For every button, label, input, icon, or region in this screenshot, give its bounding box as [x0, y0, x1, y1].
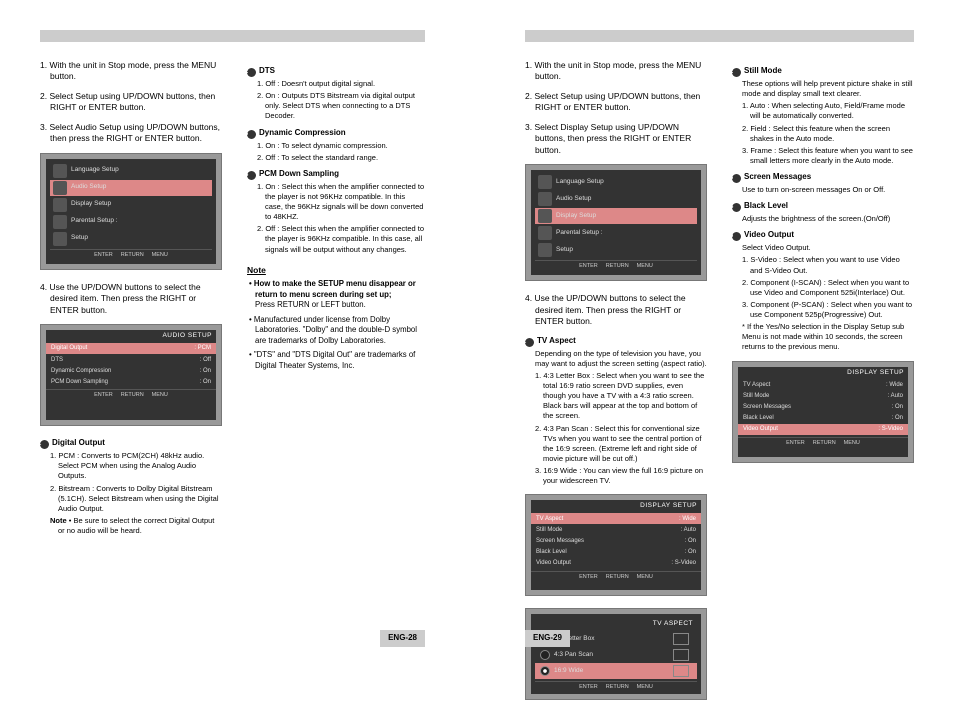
- left-col-2: 2DTS 1. Off : Doesn't output digital sig…: [247, 60, 425, 538]
- page-number: ENG-29: [525, 630, 570, 647]
- header-bar: [40, 30, 425, 42]
- page-left: 1. With the unit in Stop mode, press the…: [0, 0, 475, 677]
- header-bar: [525, 30, 914, 42]
- osd-item: Parental Setup :: [50, 214, 212, 230]
- black-level-heading: 4Black Level: [732, 201, 914, 212]
- page-number: ENG-28: [380, 630, 425, 647]
- tv-aspect-heading: 1TV Aspect: [525, 336, 707, 347]
- osd-display-setup: DISPLAY SETUP TV Aspect: Wide Still Mode…: [525, 494, 707, 596]
- osd-item-selected: Audio Setup: [50, 180, 212, 196]
- left-col-1: 1. With the unit in Stop mode, press the…: [40, 60, 222, 538]
- dynamic-heading: 3Dynamic Compression: [247, 128, 425, 139]
- osd-main-menu: Language Setup Audio Setup Display Setup…: [40, 153, 222, 270]
- right-col-1: 1. With the unit in Stop mode, press the…: [525, 60, 707, 712]
- step-2: 2. Select Setup using UP/DOWN buttons, t…: [40, 91, 222, 114]
- digital-output-heading: 1Digital Output: [40, 438, 222, 449]
- osd-item: Display Setup: [50, 197, 212, 213]
- page-spread: 1. With the unit in Stop mode, press the…: [0, 0, 954, 677]
- step-1: 1. With the unit in Stop mode, press the…: [40, 60, 222, 83]
- right-col-2: 2Still Mode These options will help prev…: [732, 60, 914, 712]
- step-4: 4. Use the UP/DOWN buttons to select the…: [40, 282, 222, 316]
- osd-tv-aspect: TV ASPECT 4:3 Letter Box 4:3 Pan Scan 16…: [525, 608, 707, 700]
- osd-item: Setup: [50, 231, 212, 247]
- osd-item: Language Setup: [50, 163, 212, 179]
- video-output-heading: 5Video Output: [732, 230, 914, 241]
- osd-audio-setup: AUDIO SETUP Digital Output: PCM DTS: Off…: [40, 324, 222, 426]
- dts-heading: 2DTS: [247, 66, 425, 77]
- osd-display-setup-2: DISPLAY SETUP TV Aspect: Wide Still Mode…: [732, 361, 914, 463]
- still-mode-heading: 2Still Mode: [732, 66, 914, 77]
- step-3: 3. Select Audio Setup using UP/DOWN butt…: [40, 122, 222, 145]
- osd-main-menu-r: Language Setup Audio Setup Display Setup…: [525, 164, 707, 281]
- note-heading: Note: [247, 265, 425, 276]
- screen-messages-heading: 3Screen Messages: [732, 172, 914, 183]
- pcm-heading: 4PCM Down Sampling: [247, 169, 425, 180]
- page-right: 1. With the unit in Stop mode, press the…: [475, 0, 954, 677]
